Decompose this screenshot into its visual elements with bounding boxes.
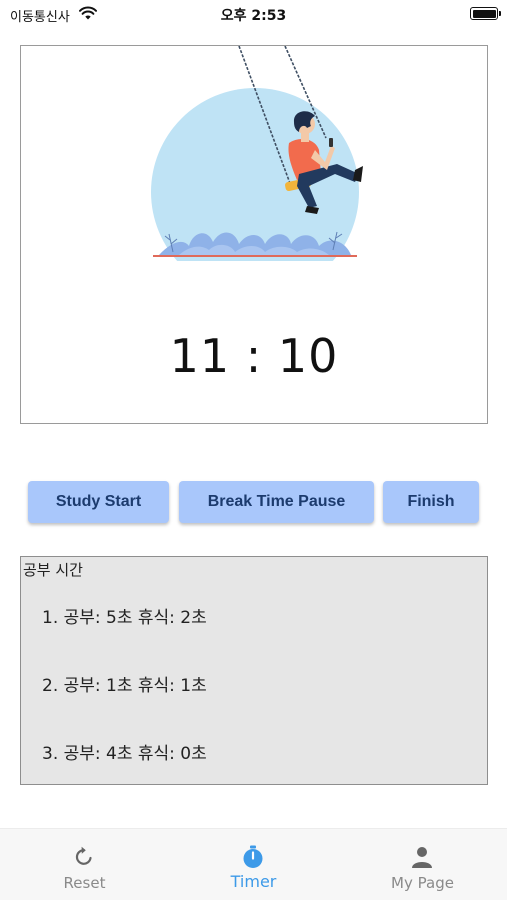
swing-illustration bbox=[151, 46, 363, 261]
finish-button[interactable]: Finish bbox=[383, 481, 479, 523]
study-log-title: 공부 시간 bbox=[23, 561, 83, 579]
status-bar: 이동통신사 오후 2:53 bbox=[0, 0, 507, 30]
stopwatch-icon bbox=[243, 845, 263, 868]
study-log: 공부 시간 1. 공부: 5초 휴식: 2초 2. 공부: 1초 휴식: 1초 … bbox=[20, 556, 488, 785]
tab-my-page[interactable]: My Page bbox=[338, 829, 507, 900]
tab-reset[interactable]: Reset bbox=[0, 829, 169, 900]
person-icon bbox=[412, 847, 432, 868]
study-log-item: 1. 공부: 5초 휴식: 2초 bbox=[42, 608, 207, 628]
study-start-button[interactable]: Study Start bbox=[28, 481, 169, 523]
tab-label: Reset bbox=[63, 874, 106, 892]
refresh-icon bbox=[75, 846, 92, 865]
study-log-item: 2. 공부: 1초 휴식: 1초 bbox=[42, 676, 207, 696]
tab-label: My Page bbox=[391, 874, 454, 892]
timer-display: 11 : 10 bbox=[169, 329, 339, 383]
break-pause-button[interactable]: Break Time Pause bbox=[179, 481, 374, 523]
timer-card: 11 : 10 bbox=[20, 45, 488, 424]
battery-icon bbox=[470, 7, 501, 20]
tab-bar: Reset Timer My Page bbox=[0, 828, 507, 900]
status-clock: 오후 2:53 bbox=[220, 8, 287, 24]
tab-label: Timer bbox=[230, 872, 277, 891]
tab-timer[interactable]: Timer bbox=[169, 829, 338, 900]
study-log-item: 3. 공부: 4초 휴식: 0초 bbox=[42, 744, 207, 764]
